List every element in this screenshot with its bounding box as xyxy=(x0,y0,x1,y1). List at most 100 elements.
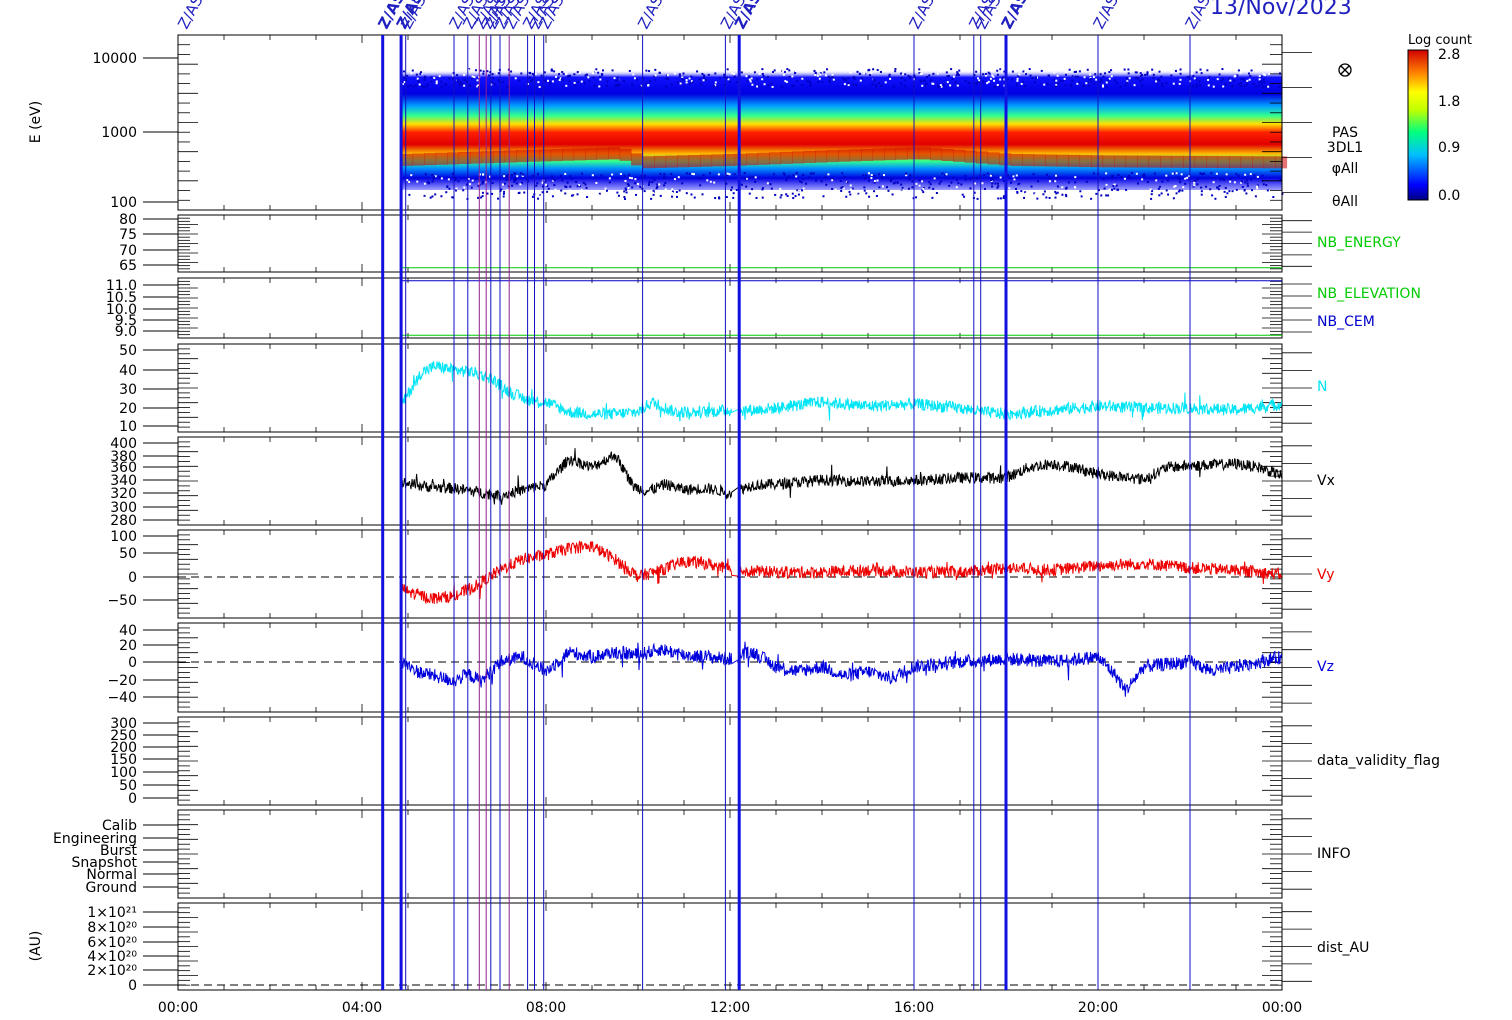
spectrogram-peak xyxy=(642,156,655,169)
spectrogram-pixel xyxy=(718,197,721,200)
spectrogram-pixel xyxy=(632,73,635,76)
spectrogram-pixel xyxy=(712,84,715,87)
series-label: NB_ELEVATION xyxy=(1317,286,1421,302)
spectrogram-pixel xyxy=(908,178,911,181)
spectrogram-pixel xyxy=(1032,173,1035,176)
spectrogram-pixel xyxy=(730,189,733,192)
spectrogram-pixel xyxy=(1265,184,1268,187)
spectrogram-pixel xyxy=(791,85,794,88)
spectrogram-pixel xyxy=(1158,70,1161,73)
spectrogram-pixel xyxy=(885,69,888,72)
spectrogram-pixel xyxy=(749,80,752,83)
spectrogram-pixel xyxy=(1048,196,1051,199)
spectrogram-pixel xyxy=(702,79,705,82)
spectrogram-pixel xyxy=(903,70,906,73)
spectrogram-pixel xyxy=(1222,85,1225,88)
spectrogram-peak xyxy=(1114,155,1127,168)
spectrogram-pixel xyxy=(713,181,716,184)
spectrogram-pixel xyxy=(681,182,684,185)
spectrogram-pixel xyxy=(1186,176,1189,179)
y-axis-title-dist: (AU) xyxy=(28,931,44,962)
spectrogram-pixel xyxy=(1149,188,1152,191)
spectrogram-pixel xyxy=(608,177,611,180)
spectrogram-pixel xyxy=(996,84,999,87)
spectrogram-pixel xyxy=(968,82,971,85)
spectrogram-pixel xyxy=(593,84,596,87)
spectrogram-pixel xyxy=(519,172,522,175)
spectrogram-pixel xyxy=(1208,76,1211,79)
spectrogram-pixel xyxy=(809,195,812,198)
spectrogram-pixel xyxy=(1172,197,1175,200)
spectrogram-pixel xyxy=(714,81,717,84)
spectrogram-pixel xyxy=(678,73,681,76)
spectrogram-peak xyxy=(458,151,471,164)
spectrogram-pixel xyxy=(537,81,540,84)
spectrogram-pixel xyxy=(928,181,931,184)
spectrogram-pixel xyxy=(570,194,573,197)
spectrogram-peak xyxy=(677,155,690,168)
spectrogram-pixel xyxy=(614,194,617,197)
spectrogram-pixel xyxy=(829,77,832,80)
spectrogram-pixel xyxy=(1011,70,1014,73)
spectrogram-pixel xyxy=(1183,197,1186,200)
spectrogram-pixel xyxy=(1252,82,1255,85)
spectrogram-pixel xyxy=(788,75,791,78)
spectrogram-pixel xyxy=(635,78,638,81)
spectrogram-pixel xyxy=(1249,74,1252,77)
spectrogram-pixel xyxy=(1217,188,1220,191)
spectrogram-pixel xyxy=(699,184,702,187)
spectrogram-pixel xyxy=(949,84,952,87)
spectrogram-pixel xyxy=(1218,73,1221,76)
y-tick-label: −40 xyxy=(107,690,137,706)
spectrogram-peak xyxy=(907,147,920,160)
spectrogram-pixel xyxy=(462,189,465,192)
spectrogram-pixel xyxy=(531,174,534,177)
spectrogram-pixel xyxy=(544,183,547,186)
spectrogram-pixel xyxy=(938,182,941,185)
spectrogram-pixel xyxy=(471,77,474,80)
spectrogram-peak xyxy=(654,155,667,168)
spectrogram-pixel xyxy=(764,192,767,195)
spectrogram-pixel xyxy=(678,75,681,78)
spectrogram-pixel xyxy=(733,75,736,78)
spectrogram-pixel xyxy=(423,78,426,81)
spectrogram-pixel xyxy=(1234,75,1237,78)
spectrogram-pixel xyxy=(805,182,808,185)
spectrogram-pixel xyxy=(1010,181,1013,184)
spectrogram-pixel xyxy=(1179,181,1182,184)
spectrogram-pixel xyxy=(1102,75,1105,78)
spectrogram-peak xyxy=(1045,154,1058,167)
spectrogram-pixel xyxy=(714,197,717,200)
spectrogram-pixel xyxy=(618,84,621,87)
spectrogram-band xyxy=(401,70,1283,190)
spectrogram-pixel xyxy=(536,197,539,200)
spectrogram-pixel xyxy=(1245,83,1248,86)
spectrogram-pixel xyxy=(1247,72,1250,75)
spectrogram-pixel xyxy=(791,192,794,195)
spectrogram-peak xyxy=(700,154,713,167)
spectrogram-pixel xyxy=(1237,174,1240,177)
spectrogram-pixel xyxy=(989,77,992,80)
spectrogram-pixel xyxy=(463,73,466,76)
spectrogram-pixel xyxy=(597,71,600,74)
spectrogram-peak xyxy=(539,149,552,162)
spectrogram-pixel xyxy=(431,173,434,176)
spectrogram-pixel xyxy=(1258,84,1261,87)
spectrogram-pixel xyxy=(740,183,743,186)
spectrogram-pixel xyxy=(982,80,985,83)
spectrogram-pixel xyxy=(891,197,894,200)
spectrogram-pixel xyxy=(873,174,876,177)
spectrogram-pixel xyxy=(867,172,870,175)
spectrogram-pixel xyxy=(1018,182,1021,185)
spectrogram-pixel xyxy=(999,176,1002,179)
panel-frame-vy xyxy=(177,529,1283,619)
spectrogram-pixel xyxy=(1110,69,1113,72)
spectrogram-pixel xyxy=(1084,68,1087,71)
spectrogram-pixel xyxy=(1056,185,1059,188)
spectrogram-pixel xyxy=(1130,172,1133,175)
spectrogram-pixel xyxy=(873,78,876,81)
spectrogram-pixel xyxy=(628,69,631,72)
spectrogram-pixel xyxy=(569,175,572,178)
spectrogram-pixel xyxy=(892,182,895,185)
spectrogram-pixel xyxy=(832,78,835,81)
